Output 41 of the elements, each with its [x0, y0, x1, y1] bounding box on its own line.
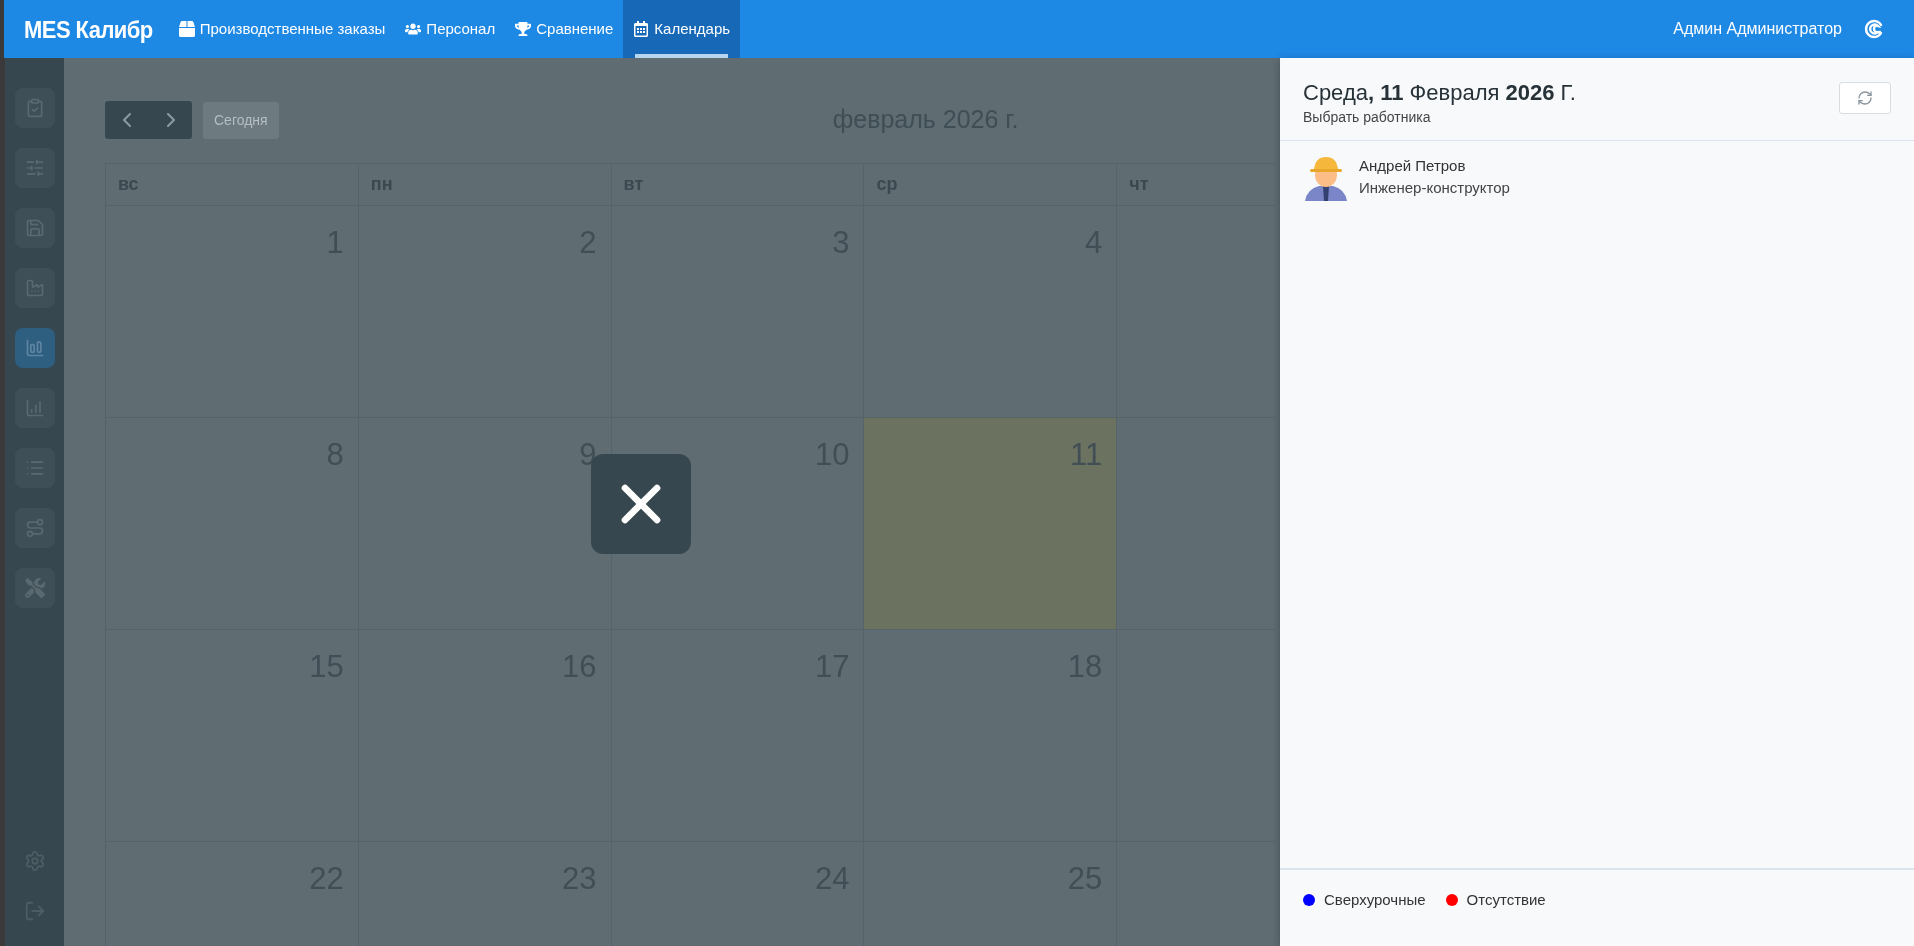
nav-tab[interactable]: Сравнение [505, 0, 624, 58]
sidebar-item[interactable] [14, 148, 55, 188]
route-icon [24, 518, 45, 538]
employee-name: Андрей Петров [1359, 156, 1467, 176]
chevron-right-icon [166, 113, 175, 127]
panel-title: Среда, 11 Февраля 2026 Г. [1303, 79, 1576, 107]
nav-tab[interactable]: Календарь [623, 0, 741, 58]
list-icon [24, 458, 45, 478]
bar-chart-icon [24, 338, 45, 358]
sidebar-item[interactable] [14, 388, 55, 428]
employee-item[interactable]: Андрей Петров Инженер-конструктор [1303, 153, 1891, 201]
sidebar-item[interactable] [14, 88, 55, 128]
sidebar-item[interactable] [14, 448, 55, 488]
refresh-button[interactable] [1839, 82, 1891, 114]
employee-role: Инженер-конструктор [1359, 178, 1510, 198]
legend-label: Сверхурочные [1324, 890, 1426, 910]
panel-subtitle: Выбрать работника [1303, 108, 1432, 126]
swirl-icon[interactable] [1864, 19, 1884, 39]
refresh-icon [1857, 90, 1873, 106]
sidebar-item[interactable] [14, 328, 55, 368]
cube-icon [178, 21, 195, 37]
calendar-icon [633, 21, 650, 37]
user-name[interactable]: Админ Администратор [1673, 17, 1842, 41]
tools-icon [24, 578, 45, 598]
sidebar-item[interactable] [14, 208, 55, 248]
nav-tab[interactable]: Производственные заказы [168, 0, 396, 58]
sidebar-item[interactable] [14, 268, 55, 308]
sliders-icon [24, 158, 45, 178]
chevron-left-icon [123, 113, 131, 127]
sidebar-item[interactable] [14, 508, 55, 548]
chart-icon [24, 398, 45, 418]
today-button[interactable]: Сегодня [203, 101, 279, 139]
trophy-icon [515, 21, 532, 37]
sidebar-item[interactable] [14, 568, 55, 608]
users-icon [405, 21, 422, 37]
logout-icon [23, 900, 46, 922]
brand-logo[interactable]: MES Калибр [24, 10, 153, 48]
settings-icon [23, 850, 46, 872]
legend-label: Отсутствие [1466, 890, 1546, 910]
nav-tab[interactable]: Персонал [395, 0, 506, 58]
factory-icon [24, 278, 45, 298]
